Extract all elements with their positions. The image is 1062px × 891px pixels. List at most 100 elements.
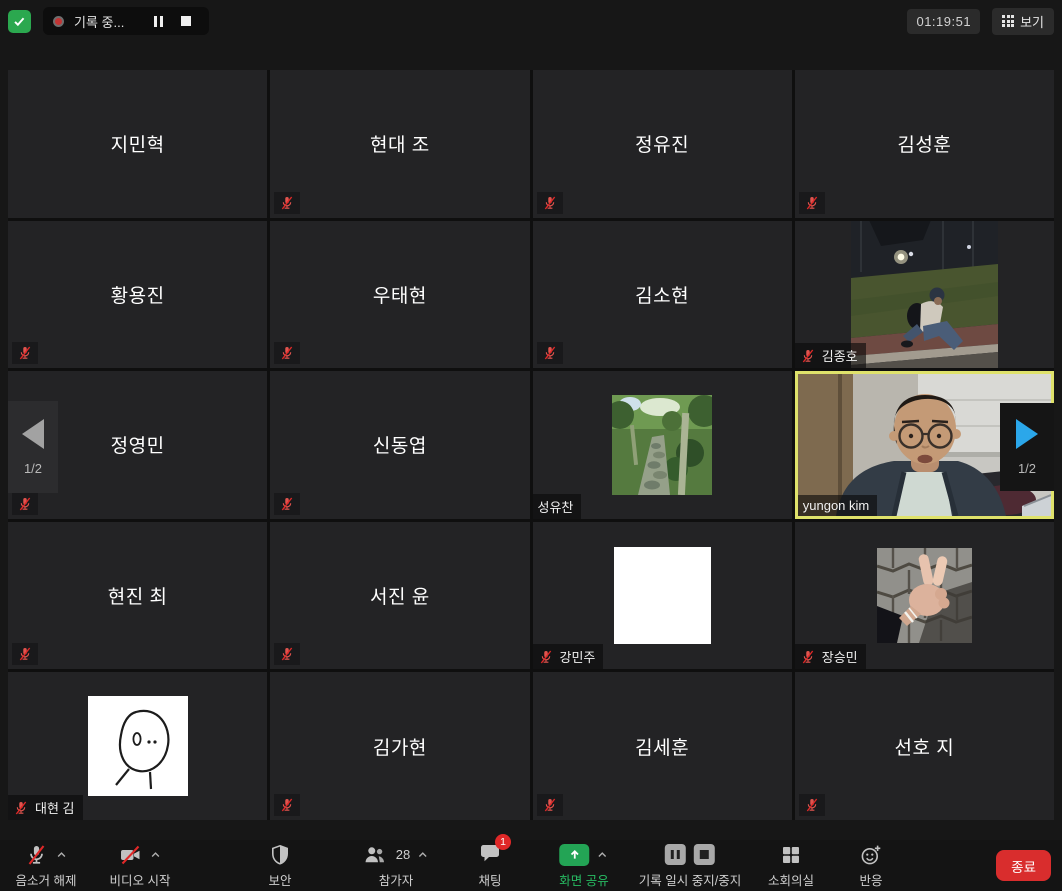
chat-button[interactable]: 1 채팅 xyxy=(478,840,502,891)
mic-muted-icon xyxy=(24,843,48,867)
muted-mic-indicator xyxy=(12,493,38,515)
mic-muted-icon xyxy=(542,345,558,361)
participant-name: 김소현 xyxy=(635,281,689,308)
muted-mic-indicator xyxy=(799,192,825,214)
participant-video-night-street xyxy=(851,221,998,369)
meeting-top-bar: 기록 중... 01:19:51 보기 xyxy=(0,0,1062,42)
stop-icon xyxy=(181,16,191,26)
recording-status-text: 기록 중... xyxy=(74,12,124,31)
mic-muted-icon xyxy=(279,345,295,361)
participant-tile[interactable]: 황용진 xyxy=(8,221,267,369)
mic-muted-icon xyxy=(800,348,816,364)
participant-video-hand-pavement xyxy=(877,548,972,643)
recording-stop-button[interactable] xyxy=(177,14,195,28)
meeting-toolbar: 음소거 해제 비디오 시작 보안 28 참가자 1 채팅 xyxy=(0,840,1062,891)
participant-tile[interactable]: 현대 조 xyxy=(270,70,529,218)
muted-mic-indicator xyxy=(274,493,300,515)
chat-unread-badge: 1 xyxy=(495,834,511,850)
participant-name: 김성훈 xyxy=(897,130,951,157)
mic-muted-icon xyxy=(17,496,33,512)
participant-tile[interactable]: 장승민 xyxy=(795,522,1054,670)
mic-muted-icon xyxy=(279,797,295,813)
participant-name: 현진 최 xyxy=(108,582,168,609)
muted-mic-indicator xyxy=(274,342,300,364)
mic-muted-icon xyxy=(279,195,295,211)
mic-muted-icon xyxy=(17,345,33,361)
unmute-button[interactable]: 음소거 해제 xyxy=(16,840,77,891)
participant-name-label: 강민주 xyxy=(533,644,604,669)
mic-muted-icon xyxy=(804,797,820,813)
mic-muted-icon xyxy=(542,195,558,211)
participant-tile[interactable]: 김종호 xyxy=(795,221,1054,369)
muted-mic-indicator xyxy=(537,342,563,364)
participant-name: 신동엽 xyxy=(373,431,427,458)
participant-video-garden-path xyxy=(612,395,712,495)
participant-tile[interactable]: 선호 지 xyxy=(795,672,1054,820)
participant-tile[interactable]: 성유찬 xyxy=(533,371,792,519)
chevron-up-icon[interactable] xyxy=(417,849,429,861)
chevron-up-icon[interactable] xyxy=(596,849,608,861)
participant-tile[interactable]: 김가현 xyxy=(270,672,529,820)
muted-mic-indicator xyxy=(274,794,300,816)
reactions-button[interactable]: 반응 xyxy=(859,840,883,891)
participant-grid: 지민혁 현대 조 정유진 김성훈 황용진 우태현 김소현 xyxy=(8,70,1054,820)
security-button[interactable]: 보안 xyxy=(268,840,292,891)
previous-page-arrow-icon xyxy=(22,419,44,449)
muted-mic-indicator xyxy=(12,342,38,364)
participant-name: 서진 윤 xyxy=(370,582,430,609)
encryption-shield-icon[interactable] xyxy=(8,10,31,33)
mic-muted-icon xyxy=(804,195,820,211)
view-button-label: 보기 xyxy=(1020,12,1044,31)
participant-tile[interactable]: 신동엽 xyxy=(270,371,529,519)
participant-tile[interactable]: 대현 김 xyxy=(8,672,267,820)
participant-name-label: yungon kim xyxy=(798,495,877,516)
breakout-rooms-icon xyxy=(779,843,803,867)
participant-name: 우태현 xyxy=(373,281,427,308)
share-screen-icon xyxy=(559,844,589,866)
muted-mic-indicator xyxy=(12,643,38,665)
chevron-up-icon[interactable] xyxy=(55,849,67,861)
mic-muted-icon xyxy=(279,646,295,662)
muted-mic-indicator xyxy=(537,794,563,816)
mic-muted-icon xyxy=(13,800,29,816)
end-meeting-button[interactable]: 종료 xyxy=(996,850,1051,881)
next-page-button[interactable]: 1/2 xyxy=(1000,403,1054,491)
recording-indicator: 기록 중... xyxy=(43,7,209,35)
participant-name: 김가현 xyxy=(373,733,427,760)
chevron-up-icon[interactable] xyxy=(149,849,161,861)
participant-name: 정유진 xyxy=(635,130,689,157)
pause-recording-icon[interactable] xyxy=(665,844,686,865)
participant-video-white-blank xyxy=(614,547,711,644)
participants-count: 28 xyxy=(396,847,410,862)
participant-name-label: 장승민 xyxy=(795,644,866,669)
video-gallery: 지민혁 현대 조 정유진 김성훈 황용진 우태현 김소현 xyxy=(8,70,1054,820)
participant-tile[interactable]: 강민주 xyxy=(533,522,792,670)
participant-tile[interactable]: 우태현 xyxy=(270,221,529,369)
start-video-button[interactable]: 비디오 시작 xyxy=(110,840,171,891)
breakout-rooms-button[interactable]: 소회의실 xyxy=(768,840,814,891)
stop-recording-icon[interactable] xyxy=(694,844,715,865)
participant-tile[interactable]: 정유진 xyxy=(533,70,792,218)
muted-mic-indicator xyxy=(274,643,300,665)
participant-tile[interactable]: 김소현 xyxy=(533,221,792,369)
mic-muted-icon xyxy=(800,649,816,665)
muted-mic-indicator xyxy=(274,192,300,214)
participants-button[interactable]: 28 참가자 xyxy=(363,840,429,891)
participant-video-doodle-drawing xyxy=(88,696,188,796)
muted-mic-indicator xyxy=(537,192,563,214)
participant-tile[interactable]: 김세훈 xyxy=(533,672,792,820)
participant-name: 현대 조 xyxy=(370,130,430,157)
view-button[interactable]: 보기 xyxy=(992,8,1054,35)
participant-tile[interactable]: 지민혁 xyxy=(8,70,267,218)
participant-tile[interactable]: 김성훈 xyxy=(795,70,1054,218)
share-screen-button[interactable]: 화면 공유 xyxy=(559,840,608,891)
mic-muted-icon xyxy=(17,646,33,662)
participant-name: 정영민 xyxy=(111,431,165,458)
recording-pause-stop-button[interactable]: 기록 일시 중지/중지 xyxy=(639,840,741,891)
participant-tile[interactable]: 서진 윤 xyxy=(270,522,529,670)
muted-mic-indicator xyxy=(799,794,825,816)
previous-page-button[interactable]: 1/2 xyxy=(8,401,58,493)
page-indicator: 1/2 xyxy=(1018,461,1036,476)
participant-tile[interactable]: 현진 최 xyxy=(8,522,267,670)
recording-pause-button[interactable] xyxy=(150,14,167,29)
